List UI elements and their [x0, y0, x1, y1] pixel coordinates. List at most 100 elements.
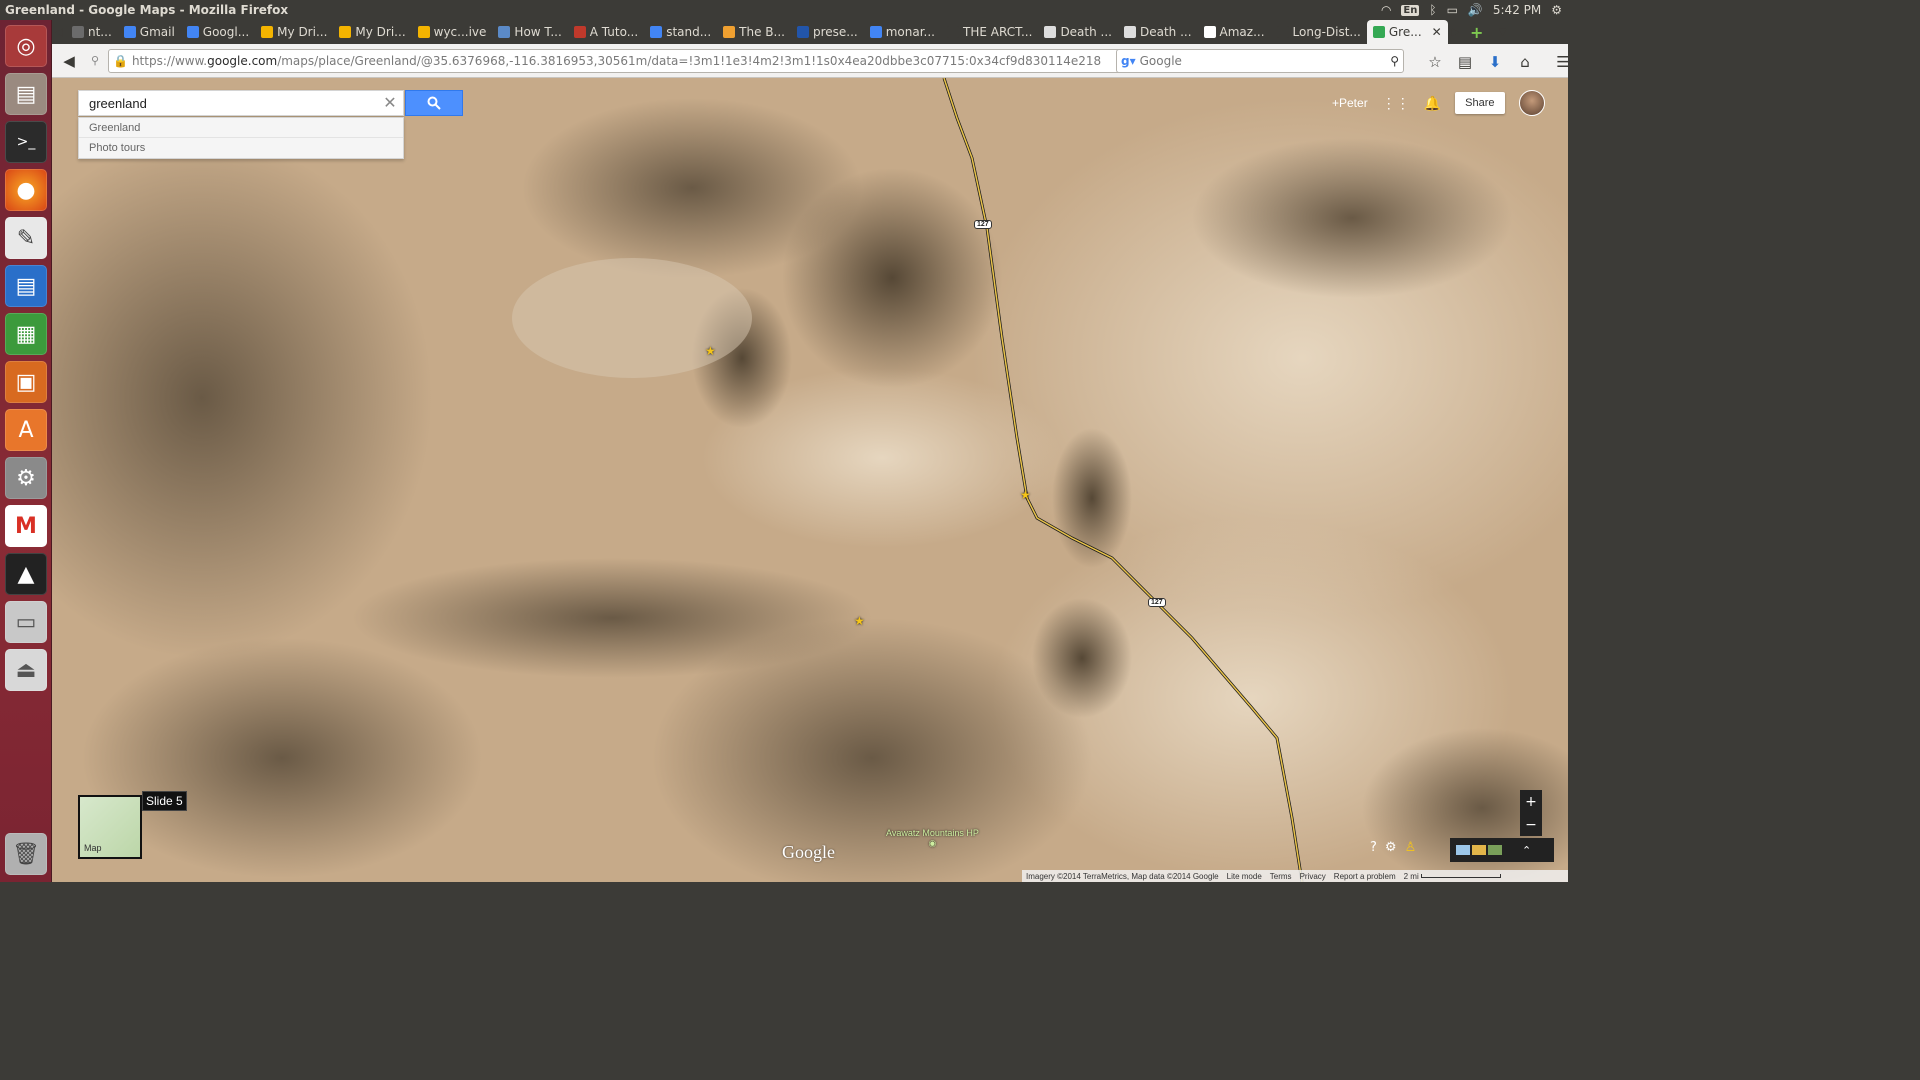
tab-1[interactable]: Gmail [118, 20, 181, 44]
map-canvas[interactable]: 127 127 ★ ★ ★ greenland ✕ Greenland Phot… [52, 78, 1568, 882]
web-search-bar[interactable]: g▾ Google ⚲ [1116, 49, 1404, 73]
maps-search-box[interactable]: greenland ✕ [78, 90, 404, 116]
tab-16[interactable]: Long-Dist... [1271, 20, 1367, 44]
download-icon[interactable]: ⬇ [1482, 49, 1508, 75]
avatar[interactable] [1518, 90, 1545, 116]
gear-icon[interactable]: ⚙ [1551, 3, 1562, 17]
writer-icon[interactable]: ▤ [5, 265, 47, 307]
settings-icon[interactable]: ⚙ [5, 457, 47, 499]
map-footer: Imagery ©2014 TerraMetrics, Map data ©20… [1022, 870, 1568, 882]
clear-search-icon[interactable]: ✕ [377, 93, 403, 113]
trash-icon[interactable]: 🗑 [5, 833, 47, 875]
poi-marker[interactable]: Avawatz Mountains HP ◉ [886, 828, 979, 849]
search-icon[interactable]: ⚲ [1390, 54, 1403, 68]
tab-3[interactable]: My Dri... [255, 20, 333, 44]
notifications-bell-icon[interactable]: 🔔 [1424, 95, 1441, 112]
tab-10[interactable]: prese... [791, 20, 864, 44]
tab-0[interactable]: nt... [66, 20, 118, 44]
tab-13[interactable]: Death ... [1038, 20, 1118, 44]
tab-favicon-icon [796, 26, 809, 38]
tab-scroll-right-icon[interactable]: ▶ [1448, 19, 1464, 45]
map-type-switcher[interactable]: Map [78, 795, 142, 859]
tab-favicon-icon [869, 26, 882, 38]
volume-icon[interactable]: 🔊 [1468, 3, 1483, 17]
terminal-icon[interactable]: >_ [5, 121, 47, 163]
url-bar[interactable]: 🔒 https://www. google.com/maps/place/Gree… [108, 49, 1162, 73]
tab-label: wyc...ive [433, 25, 487, 39]
firefox-icon[interactable]: ● [5, 169, 47, 211]
keyboard-language-indicator[interactable]: En [1401, 4, 1420, 16]
tab-4[interactable]: My Dri... [333, 20, 411, 44]
imagery-carousel[interactable]: ⌃ [1450, 838, 1554, 862]
saved-place-star-icon[interactable]: ★ [705, 344, 716, 358]
clock[interactable]: 5:42 PM [1493, 3, 1541, 17]
back-button[interactable]: ◀ [56, 48, 82, 74]
privacy-link[interactable]: Privacy [1300, 872, 1326, 881]
tab-favicon-icon [123, 26, 136, 38]
saved-place-star-icon[interactable]: ★ [854, 614, 865, 628]
terms-link[interactable]: Terms [1270, 872, 1292, 881]
tab-favicon-icon [417, 26, 430, 38]
tab-2[interactable]: Googl... [181, 20, 255, 44]
saved-place-star-icon[interactable]: ★ [1020, 488, 1031, 502]
drive-icon[interactable]: ▭ [5, 601, 47, 643]
gmail-icon[interactable]: M [5, 505, 47, 547]
tab-9[interactable]: The B... [717, 20, 791, 44]
pegman-icon[interactable]: ♙ [1405, 840, 1417, 855]
settings-gear-icon[interactable]: ⚙ [1385, 840, 1397, 855]
identity-icon[interactable]: ⚲ [82, 48, 108, 74]
dash-home-icon[interactable]: ◎ [5, 25, 47, 67]
tab-12[interactable]: THE ARCT... [941, 20, 1038, 44]
bookmark-star-icon[interactable]: ☆ [1422, 49, 1448, 75]
wifi-icon[interactable]: ◠ [1381, 3, 1391, 17]
suggestion-item[interactable]: Greenland [79, 118, 403, 138]
tab-6[interactable]: How T... [492, 20, 567, 44]
tab-5[interactable]: wyc...ive [412, 20, 493, 44]
search-engine-icon[interactable]: g▾ [1117, 54, 1140, 68]
reading-list-icon[interactable]: ▤ [1452, 49, 1478, 75]
home-icon[interactable]: ⌂ [1512, 49, 1538, 75]
tab-favicon-icon [1044, 26, 1057, 38]
files-icon[interactable]: ▤ [5, 73, 47, 115]
impress-icon[interactable]: ▣ [5, 361, 47, 403]
tab-8[interactable]: stand... [644, 20, 717, 44]
tab-list-icon[interactable]: ▼ [1490, 19, 1516, 45]
tab-scroll-left-icon[interactable]: ◀ [52, 19, 66, 45]
zoom-in-button[interactable]: + [1525, 794, 1537, 810]
layer-thumb[interactable] [1472, 845, 1486, 855]
tab-7[interactable]: A Tuto... [568, 20, 644, 44]
tab-11[interactable]: monar... [864, 20, 941, 44]
report-problem-link[interactable]: Report a problem [1334, 872, 1396, 881]
tab-14[interactable]: Death ... [1118, 20, 1198, 44]
apps-grid-icon[interactable]: ⋮⋮ [1382, 95, 1410, 112]
zoom-out-button[interactable]: − [1525, 817, 1537, 833]
scale-bar[interactable]: 2 mi [1404, 872, 1501, 881]
inkscape-icon[interactable]: ▲ [5, 553, 47, 595]
layer-thumb[interactable] [1488, 845, 1502, 855]
expand-carousel-icon[interactable]: ⌃ [1522, 844, 1531, 857]
maps-search-input[interactable]: greenland [79, 96, 377, 111]
battery-icon[interactable]: ▭ [1447, 3, 1458, 17]
poi-label: Avawatz Mountains HP [886, 828, 979, 838]
share-button[interactable]: Share [1455, 92, 1505, 114]
user-link[interactable]: +Peter [1332, 96, 1368, 110]
new-tab-button[interactable]: + [1464, 19, 1490, 45]
software-center-icon[interactable]: A [5, 409, 47, 451]
maps-search-button[interactable] [405, 90, 463, 116]
tab-favicon-icon [650, 26, 663, 38]
tab-label: The B... [739, 25, 785, 39]
layer-thumb[interactable] [1456, 845, 1470, 855]
calc-icon[interactable]: ▦ [5, 313, 47, 355]
lite-mode-link[interactable]: Lite mode [1227, 872, 1262, 881]
close-tab-icon[interactable]: ✕ [1432, 25, 1442, 39]
usb-drive-icon[interactable]: ⏏ [5, 649, 47, 691]
menu-icon[interactable]: ☰ [1550, 49, 1576, 75]
tab-15[interactable]: Amaz... [1198, 20, 1271, 44]
tab-favicon-icon [498, 26, 511, 38]
satellite-imagery [52, 78, 1568, 882]
text-editor-icon[interactable]: ✎ [5, 217, 47, 259]
tab-17[interactable]: Gre... ✕ [1366, 20, 1448, 44]
bluetooth-icon[interactable]: ᛒ [1429, 3, 1436, 17]
help-icon[interactable]: ? [1370, 840, 1377, 855]
suggestion-item[interactable]: Photo tours [79, 138, 403, 158]
